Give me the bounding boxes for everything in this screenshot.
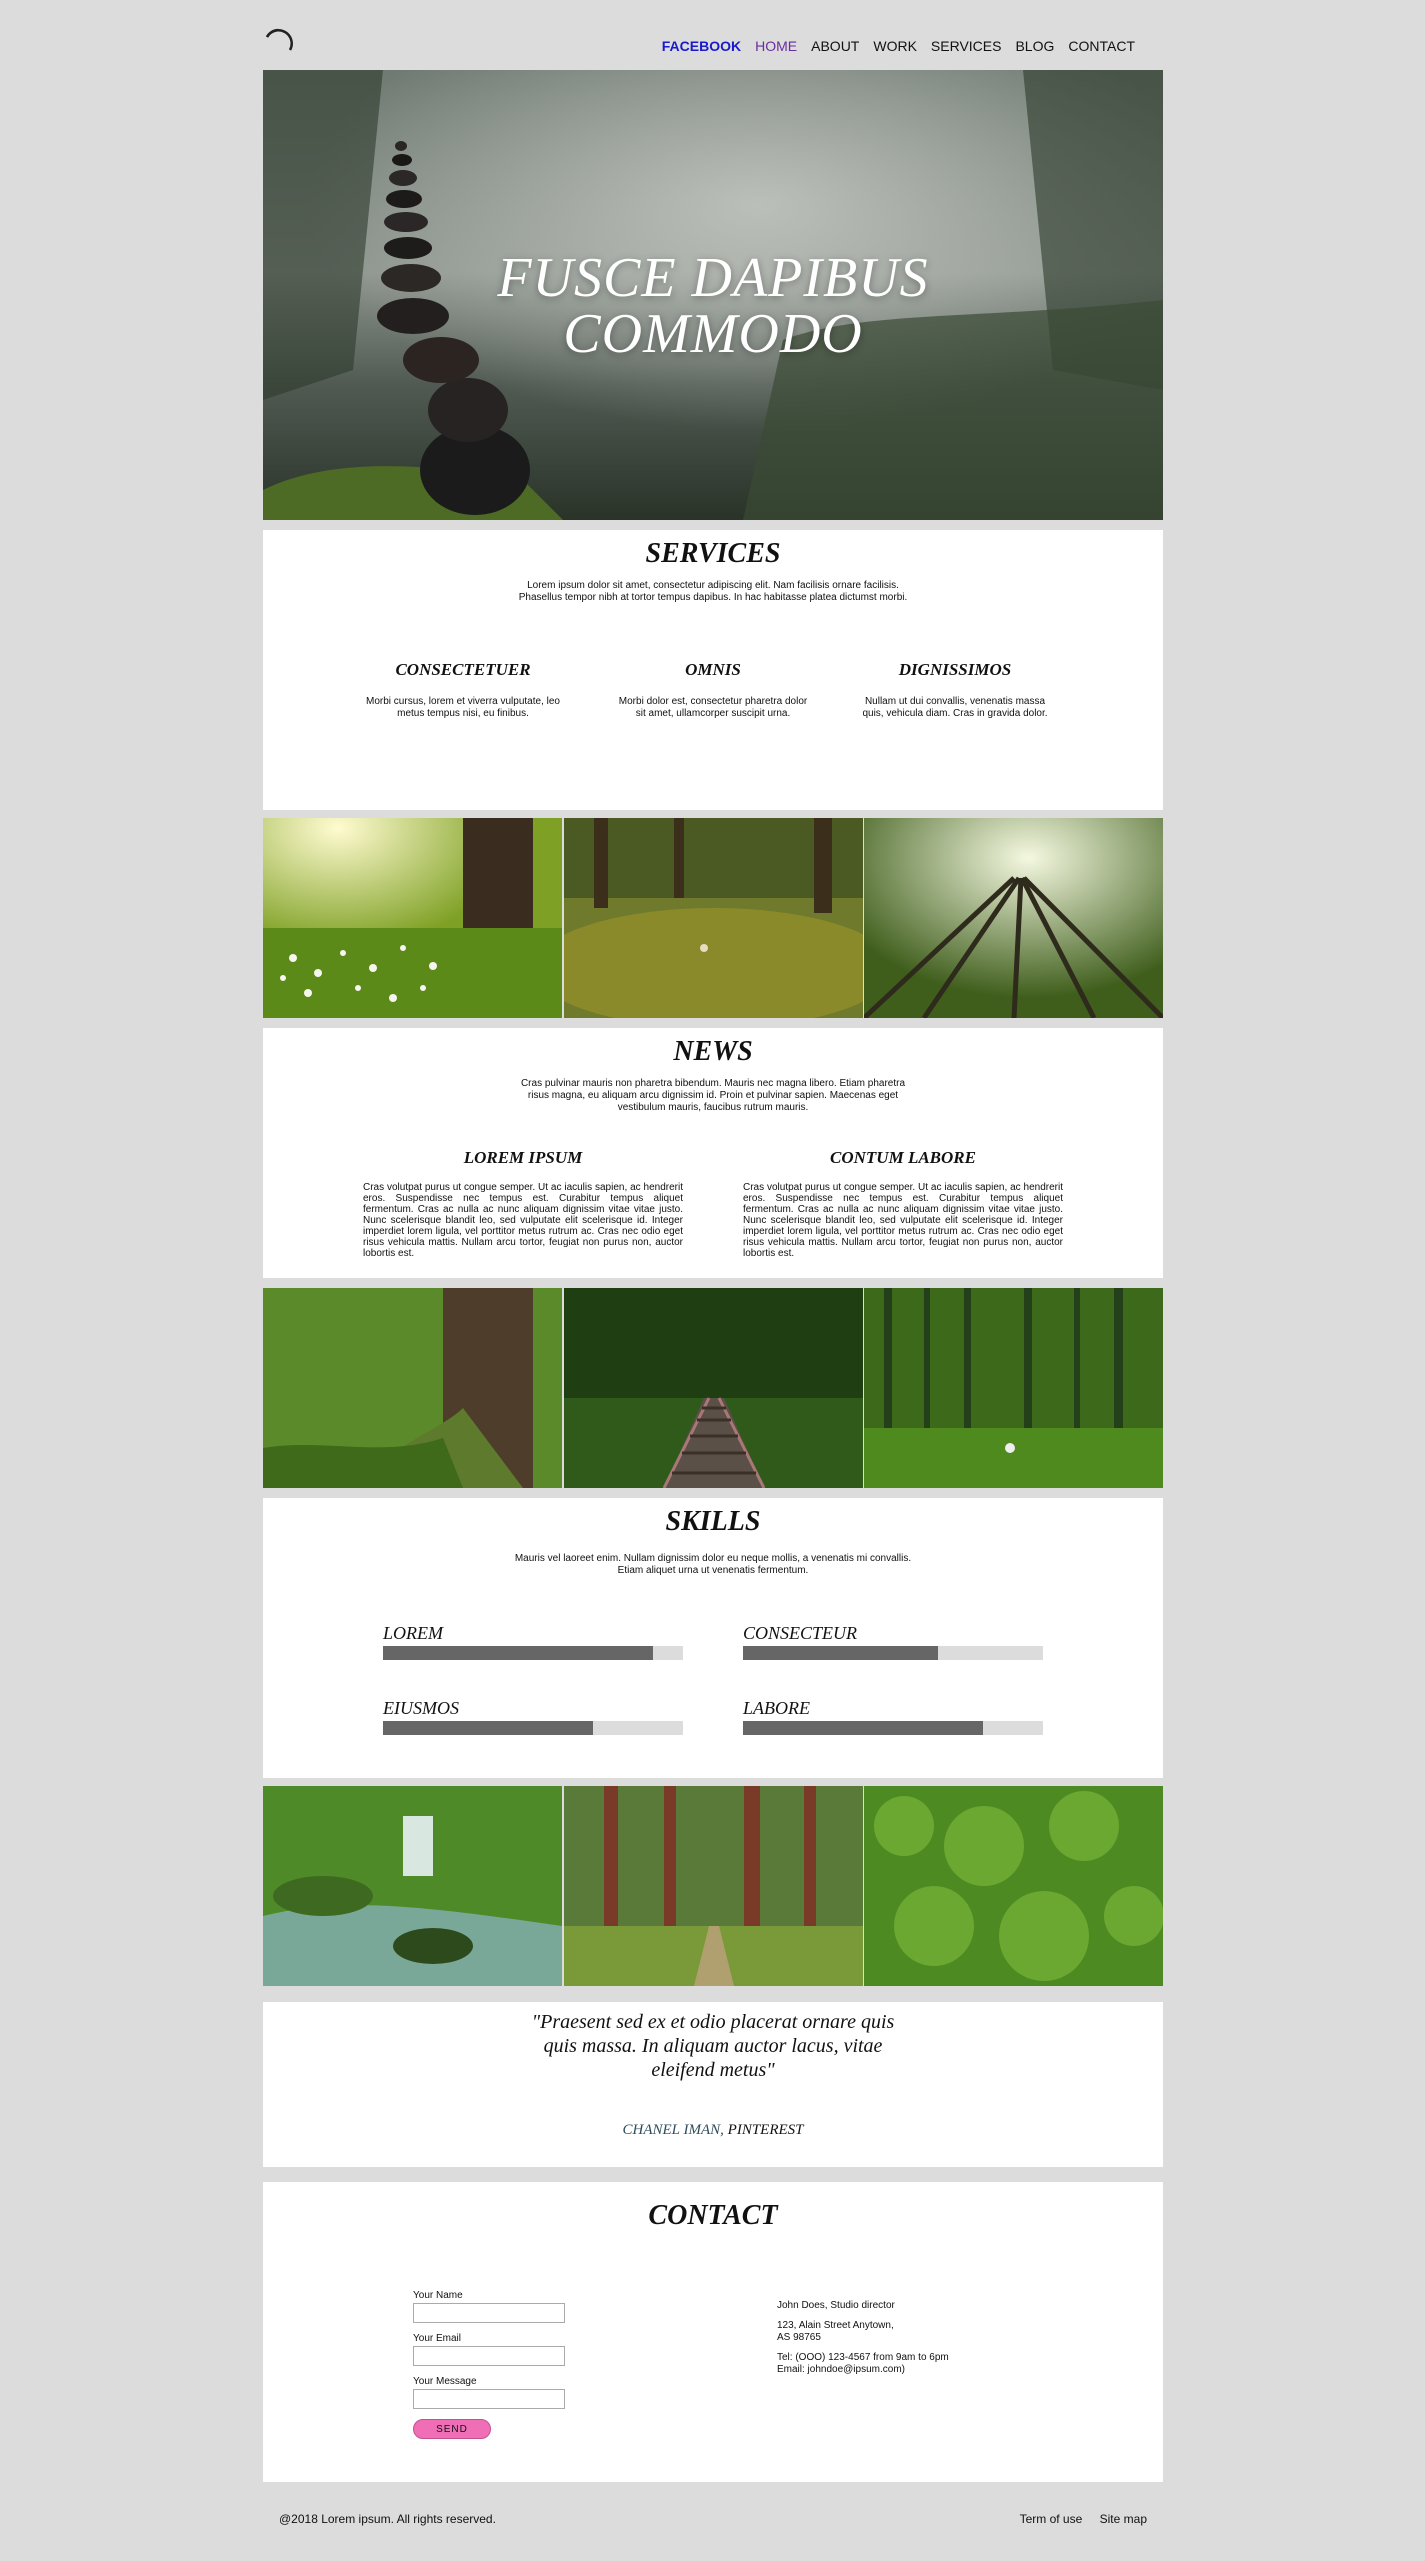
skill-label: LABORE [743, 1698, 810, 1718]
railway-track-forest-photo [563, 1288, 863, 1488]
nav-about[interactable]: ABOUT [811, 38, 859, 54]
mossy-tree-roots-photo [263, 1288, 562, 1488]
name-field[interactable] [413, 2303, 565, 2323]
services-description: Lorem ipsum dolor sit amet, consectetur … [518, 580, 908, 603]
contact-tel: Tel: (OOO) 123-4567 from 9am to 6pm [777, 2352, 949, 2363]
testimonial-section: "Praesent sed ex et odio placerat ornare… [263, 2002, 1163, 2167]
quote-author-source: PINTEREST [727, 2122, 804, 2138]
skill-label: EIUSMOS [383, 1698, 459, 1718]
forest-floor-moss-photo [563, 818, 863, 1018]
skill-label: CONSECTEUR [743, 1623, 858, 1643]
quote-text: "Praesent sed ex et odio placerat ornare… [531, 2011, 895, 2081]
news-item-title: LOREM IPSUM [463, 1148, 583, 1167]
skill-item: LOREM [383, 1623, 683, 1660]
footer-link-sitemap[interactable]: Site map [1100, 2512, 1147, 2526]
canopy-looking-up-photo [864, 818, 1163, 1018]
photo-strip-1 [263, 818, 1163, 1018]
nav-blog[interactable]: BLOG [1015, 38, 1054, 54]
skill-bar [383, 1646, 683, 1660]
skill-item: CONSECTEUR [743, 1623, 1043, 1660]
news-item-text: Cras volutpat purus ut congue semper. Ut… [743, 1182, 1063, 1259]
services-section: SERVICES Lorem ipsum dolor sit amet, con… [263, 530, 1163, 810]
service-item: OMNIS Morbi dolor est, consectetur phare… [613, 660, 813, 720]
waterfall-stream-photo [263, 1786, 562, 1986]
skill-bar-fill [383, 1646, 653, 1660]
nav-contact[interactable]: CONTACT [1068, 38, 1135, 54]
contact-form: Your Name Your Email Your Message SEND [413, 2290, 573, 2439]
contact-person: John Does, Studio director [777, 2300, 895, 2311]
nav-work[interactable]: WORK [873, 38, 917, 54]
news-description: Cras pulvinar mauris non pharetra bibend… [520, 1078, 906, 1113]
service-title: CONSECTETUER [395, 660, 531, 679]
photo-strip-3 [263, 1786, 1163, 1986]
site-footer: @2018 Lorem ipsum. All rights reserved. … [263, 2500, 1163, 2540]
hero-banner: FUSCE DAPIBUS COMMODO [263, 70, 1163, 520]
skill-item: EIUSMOS [383, 1698, 683, 1735]
nav-services[interactable]: SERVICES [931, 38, 1002, 54]
contact-info: John Does, Studio director 123, Alain St… [777, 2300, 1017, 2384]
footer-links: Term of use Site map [1006, 2512, 1147, 2526]
contact-section: CONTACT Your Name Your Email Your Messag… [263, 2182, 1163, 2482]
skill-bar [383, 1721, 683, 1735]
news-item-text: Cras volutpat purus ut congue semper. Ut… [363, 1182, 683, 1259]
footer-link-terms[interactable]: Term of use [1020, 2512, 1083, 2526]
send-button[interactable]: SEND [413, 2419, 491, 2439]
logo-circle-icon[interactable] [263, 28, 293, 58]
service-item: DIGNISSIMOS Nullam ut dui convallis, ven… [855, 660, 1055, 720]
skill-bar-fill [743, 1646, 938, 1660]
nav-facebook[interactable]: FACEBOOK [662, 38, 741, 54]
news-item: LOREM IPSUM Cras volutpat purus ut congu… [363, 1148, 683, 1259]
service-text: Morbi dolor est, consectetur pharetra do… [618, 696, 808, 719]
dense-green-leaves-photo [864, 1786, 1163, 1986]
contact-address-line2: AS 98765 [777, 2332, 821, 2343]
skills-section: SKILLS Mauris vel laoreet enim. Nullam d… [263, 1498, 1163, 1778]
quote-author-name: CHANEL IMAN, [622, 2122, 724, 2138]
site-header: FACEBOOK HOME ABOUT WORK SERVICES BLOG C… [263, 0, 1163, 70]
tall-green-forest-photo [864, 1288, 1163, 1488]
news-section: NEWS Cras pulvinar mauris non pharetra b… [263, 1028, 1163, 1278]
copyright-text: @2018 Lorem ipsum. All rights reserved. [279, 2512, 496, 2526]
pine-forest-path-photo [563, 1786, 863, 1986]
service-text: Morbi cursus, lorem et viverra vulputate… [366, 696, 560, 719]
meadow-flowers-photo [263, 818, 562, 1018]
contact-details: Tel: (OOO) 123-4567 from 9am to 6pm Emai… [777, 2352, 1017, 2376]
news-title: NEWS [673, 1036, 753, 1067]
skill-bar [743, 1646, 1043, 1660]
skills-description: Mauris vel laoreet enim. Nullam dignissi… [514, 1553, 912, 1576]
skill-item: LABORE [743, 1698, 1043, 1735]
skill-bar-fill [743, 1721, 983, 1735]
quote-author: CHANEL IMAN, PINTEREST [263, 2122, 1163, 2139]
skills-title: SKILLS [665, 1506, 761, 1537]
hero-title: FUSCE DAPIBUS COMMODO [497, 247, 929, 365]
news-item: CONTUM LABORE Cras volutpat purus ut con… [743, 1148, 1063, 1259]
contact-address-line1: 123, Alain Street Anytown, [777, 2320, 894, 2331]
message-label: Your Message [413, 2376, 477, 2387]
services-title: SERVICES [645, 538, 781, 569]
photo-strip-2 [263, 1288, 1163, 1488]
skill-bar [743, 1721, 1043, 1735]
service-text: Nullam ut dui convallis, venenatis massa… [862, 696, 1048, 719]
service-title: DIGNISSIMOS [898, 660, 1012, 679]
contact-title: CONTACT [648, 2200, 778, 2231]
name-label: Your Name [413, 2290, 463, 2301]
service-title: OMNIS [685, 660, 741, 679]
service-item: CONSECTETUER Morbi cursus, lorem et vive… [363, 660, 563, 720]
email-label: Your Email [413, 2333, 461, 2344]
news-item-title: CONTUM LABORE [830, 1148, 976, 1167]
main-nav: FACEBOOK HOME ABOUT WORK SERVICES BLOG C… [648, 38, 1135, 54]
contact-address: 123, Alain Street Anytown, AS 98765 [777, 2320, 1017, 2344]
skill-label: LOREM [383, 1623, 443, 1643]
contact-email: Email: johndoe@ipsum.com) [777, 2364, 905, 2375]
nav-home[interactable]: HOME [755, 38, 797, 54]
email-field[interactable] [413, 2346, 565, 2366]
skill-bar-fill [383, 1721, 593, 1735]
message-field[interactable] [413, 2389, 565, 2409]
